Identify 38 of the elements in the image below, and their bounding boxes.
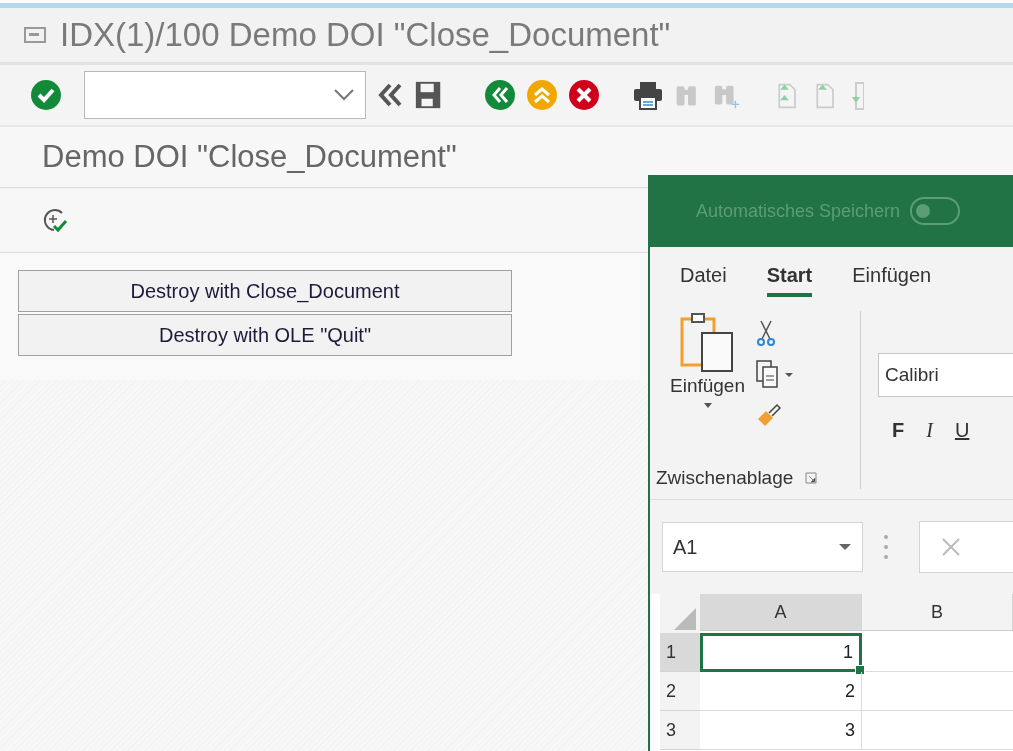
action-button[interactable]: Destroy with OLE "Quit" (18, 314, 512, 356)
cell[interactable]: 1 (700, 633, 862, 672)
row-header[interactable]: 1 (660, 633, 700, 672)
printer-icon[interactable] (632, 79, 664, 111)
grip-icon (883, 534, 889, 560)
group-label: Zwischenablage (656, 467, 794, 489)
row-header[interactable]: 3 (660, 711, 700, 750)
check-icon[interactable] (30, 79, 62, 111)
format-button[interactable]: U (954, 419, 970, 442)
command-field[interactable] (84, 71, 366, 119)
cell[interactable]: 2 (700, 672, 862, 711)
font-field[interactable]: Calibri (878, 353, 1013, 397)
column-header[interactable]: A (700, 594, 862, 631)
dropdown-icon[interactable] (333, 88, 355, 102)
row-header[interactable]: 2 (660, 672, 700, 711)
menu-icon[interactable] (24, 26, 46, 44)
screen-title: Demo DOI "Close_Document" (42, 139, 457, 175)
window-title: IDX(1)/100 Demo DOI "Close_Document" (60, 16, 671, 54)
ribbon-tab[interactable]: Einfügen (852, 253, 932, 297)
execute-icon[interactable] (42, 207, 68, 233)
scissors-icon[interactable] (755, 319, 777, 347)
cell[interactable]: 3 (700, 711, 862, 750)
autosave-toggle[interactable] (910, 197, 961, 225)
format-button[interactable]: F (892, 419, 905, 442)
copy-icon[interactable] (755, 359, 795, 389)
column-header[interactable]: B (862, 594, 1013, 631)
launcher-icon[interactable] (805, 472, 818, 484)
action-button[interactable]: Destroy with Close_Document (18, 270, 512, 312)
name-box[interactable]: A1 (662, 522, 863, 572)
ribbon-tab[interactable]: Datei (680, 253, 727, 297)
dropdown-icon[interactable] (838, 542, 852, 552)
cancel-icon[interactable] (568, 79, 600, 111)
ribbon-tab[interactable]: Start (766, 253, 813, 297)
double-chevron-icon[interactable] (376, 81, 404, 109)
autosave-label: Automatisches Speichern (696, 200, 901, 222)
format-button[interactable]: I (926, 419, 933, 442)
paste-label[interactable]: Einfügen (670, 375, 745, 397)
back-icon[interactable] (484, 79, 516, 111)
